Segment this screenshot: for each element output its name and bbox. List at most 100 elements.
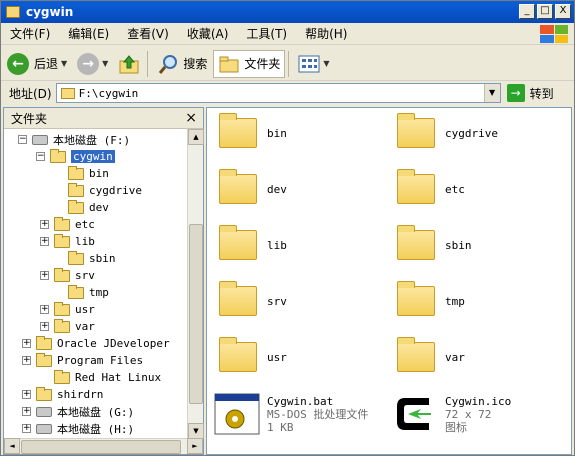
tree-item[interactable]: + usr <box>40 301 95 318</box>
expand-icon[interactable]: + <box>22 356 31 365</box>
drive-icon <box>36 406 52 417</box>
menu-favorites[interactable]: 收藏(A) <box>178 25 238 42</box>
folder-up-icon <box>119 54 139 73</box>
file-item[interactable]: Cygwin.ico 72 x 72 图标 <box>391 392 511 436</box>
file-item[interactable]: Cygwin.bat MS-DOS 批处理文件 1 KB <box>213 392 368 436</box>
expand-icon[interactable]: + <box>22 339 31 348</box>
menu-edit[interactable]: 编辑(E) <box>59 25 118 42</box>
expand-icon[interactable]: + <box>40 220 49 229</box>
scroll-thumb[interactable] <box>21 440 181 454</box>
folder-item[interactable]: tmp <box>397 281 465 316</box>
folder-item[interactable]: sbin <box>397 225 472 260</box>
tree-item[interactable]: cygdrive <box>54 182 142 199</box>
chevron-down-icon[interactable]: ▼ <box>323 59 329 68</box>
up-button[interactable] <box>114 50 144 78</box>
folder-item[interactable]: var <box>397 337 465 372</box>
chevron-down-icon[interactable]: ▼ <box>102 59 108 68</box>
collapse-icon[interactable]: − <box>18 135 27 144</box>
back-arrow-icon: ← <box>7 52 29 75</box>
close-icon[interactable]: × <box>185 110 197 126</box>
title-bar[interactable]: cygwin _ □ X <box>1 1 574 23</box>
chevron-down-icon[interactable]: ▼ <box>61 59 67 68</box>
expand-icon[interactable]: + <box>22 407 31 416</box>
tree-item[interactable]: − 本地磁盘 (F:) <box>18 131 130 148</box>
expand-icon[interactable]: + <box>40 237 49 246</box>
search-label: 搜索 <box>183 57 208 71</box>
views-button[interactable]: ▼ <box>294 50 333 78</box>
tree-item[interactable]: + 本地磁盘 (H:) <box>22 420 134 437</box>
folder-item[interactable]: dev <box>219 169 287 204</box>
maximize-button[interactable]: □ <box>537 4 553 19</box>
collapse-icon[interactable]: − <box>36 152 45 161</box>
tree-item-label: lib <box>75 235 95 248</box>
folder-icon <box>68 250 84 265</box>
folder-item[interactable]: cygdrive <box>397 113 498 148</box>
expand-icon[interactable]: + <box>40 271 49 280</box>
toolbar-separator <box>288 50 290 77</box>
tree-item[interactable]: + etc <box>40 216 95 233</box>
tree-item[interactable]: + 本地磁盘 (G:) <box>22 403 134 420</box>
search-button[interactable]: 搜索 <box>153 50 211 78</box>
horizontal-scrollbar[interactable]: ◄ ► <box>4 438 203 454</box>
forward-button[interactable]: → ▼ <box>73 50 112 78</box>
tree-item[interactable]: + Program Files <box>22 352 143 369</box>
menu-view[interactable]: 查看(V) <box>118 25 178 42</box>
tree-item[interactable]: dev <box>54 199 109 216</box>
window-title: cygwin <box>26 5 74 19</box>
scroll-thumb[interactable] <box>189 224 203 404</box>
expand-icon[interactable]: + <box>22 424 31 433</box>
menu-help[interactable]: 帮助(H) <box>296 25 356 42</box>
chevron-down-icon[interactable]: ▼ <box>483 84 500 102</box>
menu-tools[interactable]: 工具(T) <box>237 25 296 42</box>
tree-item[interactable]: + lib <box>40 233 95 250</box>
tree-item[interactable]: Red Hat Linux <box>40 369 161 386</box>
drive-icon <box>32 134 48 145</box>
explorer-window: cygwin _ □ X 文件(F) 编辑(E) 查看(V) 收藏(A) 工具(… <box>0 0 575 456</box>
tree-item[interactable]: + shirdrn <box>22 386 103 403</box>
views-icon <box>298 55 320 72</box>
go-arrow-icon[interactable]: → <box>506 84 525 102</box>
folder-tree: − 本地磁盘 (F:) − cygwin bin cygdrive dev + etc + lib s… <box>4 129 189 439</box>
folders-button[interactable]: 文件夹 <box>213 49 286 78</box>
folder-icon <box>219 113 257 148</box>
tree-item[interactable]: bin <box>54 165 109 182</box>
expand-icon[interactable]: + <box>22 390 31 399</box>
back-button[interactable]: ← 后退 ▼ <box>3 50 71 78</box>
batch-file-icon <box>214 393 260 435</box>
folder-item[interactable]: etc <box>397 169 465 204</box>
folder-icon <box>68 284 84 299</box>
cygwin-logo-icon <box>397 398 431 430</box>
scroll-down-arrow[interactable]: ▼ <box>188 423 204 439</box>
vertical-scrollbar[interactable]: ▲ ▼ <box>187 129 204 439</box>
scroll-left-arrow[interactable]: ◄ <box>4 438 20 454</box>
tree-item[interactable]: + Oracle JDeveloper <box>22 335 170 352</box>
expand-icon[interactable]: + <box>40 322 49 331</box>
tree-item[interactable]: + var <box>40 318 95 335</box>
close-button[interactable]: X <box>555 4 571 19</box>
menu-file[interactable]: 文件(F) <box>1 25 59 42</box>
folder-icon <box>36 386 52 401</box>
search-icon <box>159 54 178 74</box>
folder-icon <box>397 113 435 148</box>
menu-bar: 文件(F) 编辑(E) 查看(V) 收藏(A) 工具(T) 帮助(H) <box>1 23 574 45</box>
tree-item[interactable]: − cygwin <box>36 148 115 165</box>
tree-item-label: Oracle JDeveloper <box>57 337 170 350</box>
tree-item[interactable]: + srv <box>40 267 95 284</box>
minimize-button[interactable]: _ <box>519 4 535 19</box>
expand-icon[interactable]: + <box>40 305 49 314</box>
tree-item-label: tmp <box>89 286 109 299</box>
address-input[interactable]: F:\cygwin ▼ <box>55 83 501 103</box>
folder-item[interactable]: srv <box>219 281 287 316</box>
folder-icon <box>36 352 52 367</box>
tree-item-label: usr <box>75 303 95 316</box>
tree-item-label: cygwin <box>71 150 115 163</box>
toolbar-separator <box>147 50 149 77</box>
tree-item[interactable]: sbin <box>54 250 116 267</box>
scroll-up-arrow[interactable]: ▲ <box>188 129 204 145</box>
go-button[interactable]: 转到 <box>530 85 554 102</box>
tree-item[interactable]: tmp <box>54 284 109 301</box>
folder-item[interactable]: lib <box>219 225 287 260</box>
scroll-right-arrow[interactable]: ► <box>187 438 203 454</box>
folder-item[interactable]: bin <box>219 113 287 148</box>
folder-item[interactable]: usr <box>219 337 287 372</box>
